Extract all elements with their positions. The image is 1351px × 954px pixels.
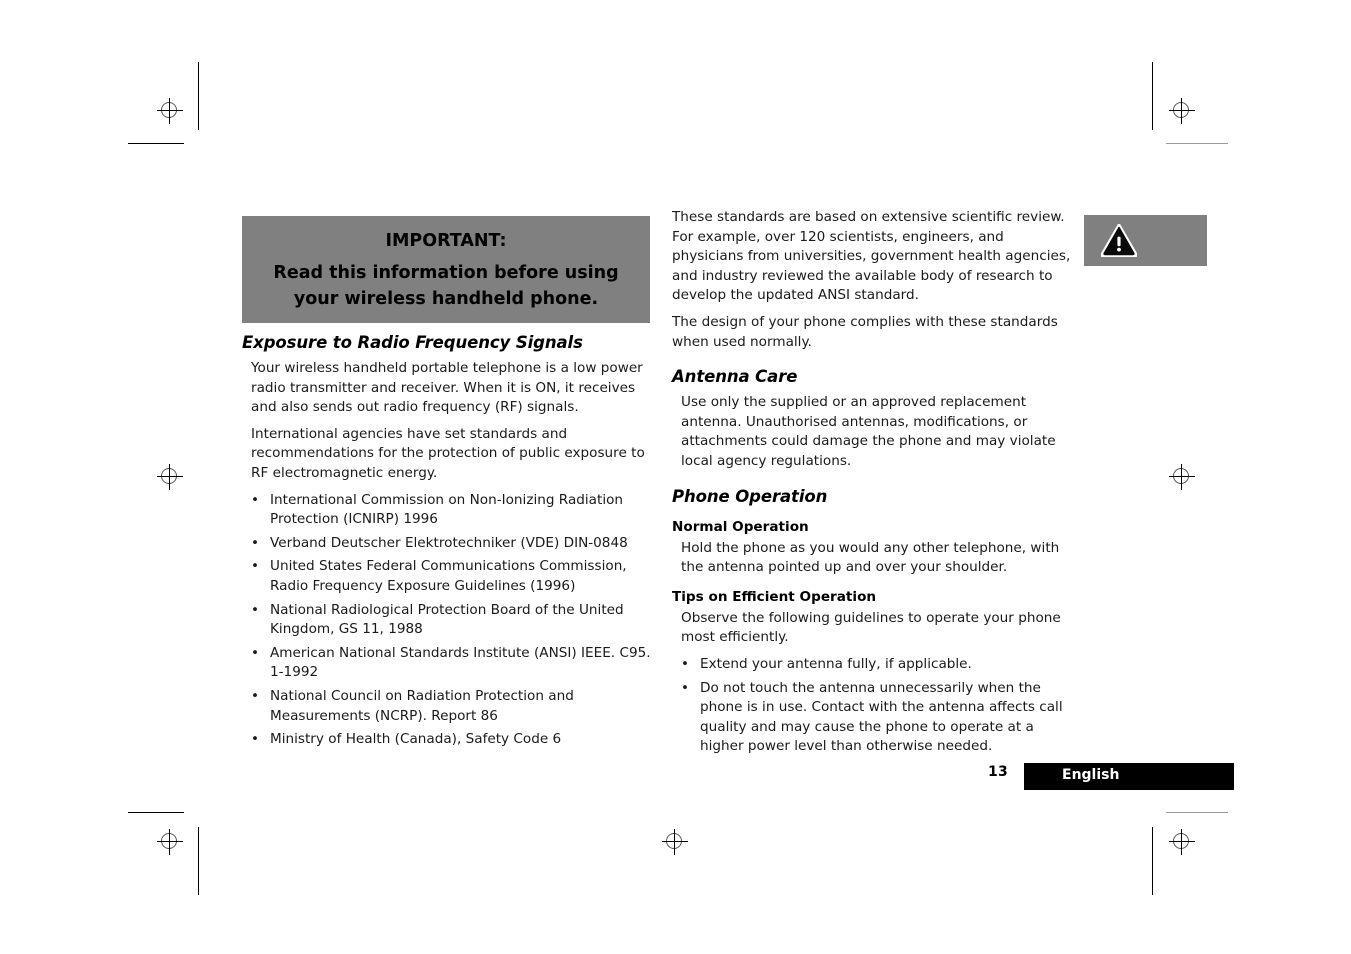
important-callout-line-1: IMPORTANT: xyxy=(385,230,507,251)
subheading-tips-efficient-operation: Tips on Efficient Operation xyxy=(672,588,877,605)
registration-vline xyxy=(169,464,170,490)
list-item-label: Extend your antenna fully, if applicable… xyxy=(700,655,972,672)
registration-mark-mid-right xyxy=(1169,464,1195,490)
list-item: • Verband Deutscher Elektrotechniker (VDE… xyxy=(242,534,654,554)
registration-hline xyxy=(1169,476,1195,477)
list-item-label: International Commission on Non-Ionizing… xyxy=(270,491,624,528)
tips-bullet-list: • Extend your antenna fully, if applicabl… xyxy=(672,655,1076,757)
registration-vline xyxy=(1181,829,1182,855)
crop-line-bottom-right xyxy=(1166,812,1228,813)
bullet-dot-icon: • xyxy=(681,679,690,696)
document-page: IMPORTANT: Read this information before … xyxy=(0,0,1351,954)
bullet-dot-icon: • xyxy=(251,731,260,748)
registration-hline xyxy=(157,476,183,477)
registration-hline xyxy=(662,841,688,842)
bullet-dot-icon: • xyxy=(251,601,260,618)
subheading-normal-operation: Normal Operation xyxy=(672,518,809,535)
list-item-label: Verband Deutscher Elektrotechniker (VDE)… xyxy=(270,534,628,551)
registration-vline xyxy=(674,829,675,855)
registration-mark-bottom-right xyxy=(1169,829,1195,855)
standards-bullet-list: • International Commission on Non-Ionizin… xyxy=(242,491,654,750)
registration-mark-mid-left xyxy=(157,464,183,490)
footer-language-bar: English xyxy=(1024,763,1234,790)
crop-line-top-left xyxy=(128,143,184,144)
crop-line-top-right xyxy=(1166,143,1228,144)
paragraph-design-complies: The design of your phone complies with t… xyxy=(672,313,1058,350)
list-item: • United States Federal Communications Co… xyxy=(242,557,654,596)
heading-exposure-to-rf-signals: Exposure to Radio Frequency Signals xyxy=(242,333,583,352)
list-item-label: National Radiological Protection Board o… xyxy=(270,601,624,638)
registration-vline xyxy=(169,98,170,124)
bullet-dot-icon: • xyxy=(251,558,260,575)
list-item-label: Do not touch the antenna unnecessarily w… xyxy=(700,679,1063,755)
paragraph-tips-intro: Observe the following guidelines to oper… xyxy=(681,609,1061,646)
registration-vline xyxy=(169,829,170,855)
registration-mark-top-right xyxy=(1169,98,1195,124)
list-item-label: American National Standards Institute (A… xyxy=(270,644,651,681)
heading-antenna-care: Antenna Care xyxy=(672,367,798,387)
crop-line-top-right-vertical xyxy=(1152,62,1153,130)
paragraph-international-agencies: International agencies have set standard… xyxy=(251,425,645,481)
warning-triangle-icon xyxy=(1101,224,1137,257)
registration-mark-bottom-left xyxy=(157,829,183,855)
list-item: • International Commission on Non-Ionizin… xyxy=(242,491,654,530)
important-callout-line-2: Read this information before using xyxy=(273,262,619,283)
heading-phone-operation: Phone Operation xyxy=(672,486,828,506)
registration-mark-top-left xyxy=(157,98,183,124)
paragraph-antenna-care: Use only the supplied or an approved rep… xyxy=(681,394,1056,469)
registration-vline xyxy=(1181,98,1182,124)
list-item-label: Ministry of Health (Canada), Safety Code… xyxy=(270,731,562,748)
crop-line-top-left-vertical xyxy=(198,62,199,130)
registration-hline xyxy=(157,841,183,842)
registration-hline xyxy=(1169,841,1195,842)
list-item: • American National Standards Institute (… xyxy=(242,644,654,683)
bullet-dot-icon: • xyxy=(251,644,260,661)
registration-hline xyxy=(1169,110,1195,111)
warning-callout-box xyxy=(1084,215,1207,266)
right-column: These standards are based on extensive s… xyxy=(672,208,1076,761)
paragraph-normal-operation: Hold the phone as you would any other te… xyxy=(681,539,1060,576)
list-item-label: National Council on Radiation Protection… xyxy=(270,687,574,724)
bullet-dot-icon: • xyxy=(251,534,260,551)
registration-hline xyxy=(157,110,183,111)
crop-line-bottom-left xyxy=(128,812,184,813)
crop-line-bottom-left-vertical xyxy=(198,827,199,895)
list-item: • National Council on Radiation Protectio… xyxy=(242,687,654,726)
registration-vline xyxy=(1181,464,1182,490)
bullet-dot-icon: • xyxy=(251,687,260,704)
important-callout-line-3: your wireless handheld phone. xyxy=(293,288,599,309)
list-item: • Ministry of Health (Canada), Safety Cod… xyxy=(242,730,654,750)
left-column: Exposure to Radio Frequency Signals Your… xyxy=(242,332,654,754)
list-item: • Extend your antenna fully, if applicabl… xyxy=(672,655,1076,675)
crop-line-bottom-right-vertical xyxy=(1152,827,1153,895)
list-item: • Do not touch the antenna unnecessarily … xyxy=(672,679,1076,757)
bullet-dot-icon: • xyxy=(681,655,690,672)
list-item: • National Radiological Protection Board … xyxy=(242,601,654,640)
footer-language-label: English xyxy=(1062,767,1120,783)
page-number: 13 xyxy=(988,764,1008,780)
important-callout-box: IMPORTANT: Read this information before … xyxy=(242,216,650,323)
registration-mark-bottom-center xyxy=(662,829,688,855)
list-item-label: United States Federal Communications Com… xyxy=(270,558,627,594)
paragraph-rf-transmitter: Your wireless handheld portable telephon… xyxy=(251,360,643,416)
bullet-dot-icon: • xyxy=(251,491,260,508)
paragraph-standards-review: These standards are based on extensive s… xyxy=(672,209,1071,304)
